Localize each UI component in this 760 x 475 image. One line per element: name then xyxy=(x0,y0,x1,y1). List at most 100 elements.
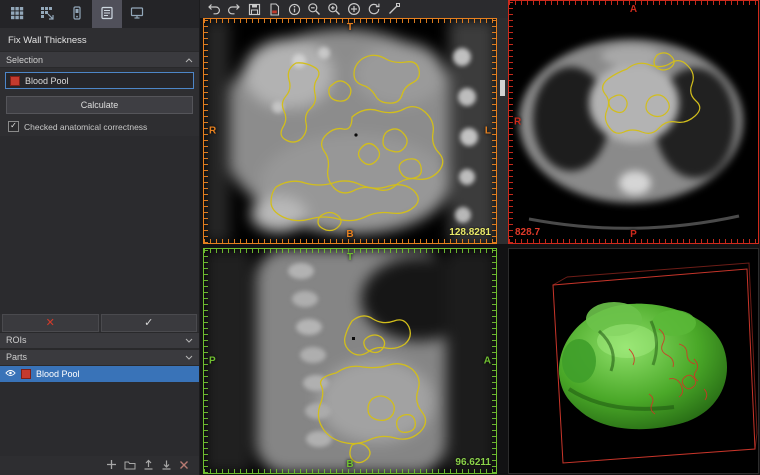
export-pdf-button[interactable] xyxy=(265,1,283,17)
viewer-toolbar xyxy=(200,0,508,18)
accept-button[interactable]: ✓ xyxy=(100,313,197,332)
ruler xyxy=(204,249,208,473)
sidebar-toolbar xyxy=(0,0,199,28)
panel-body xyxy=(0,136,199,314)
import-icon xyxy=(162,460,171,470)
volume-3d-render xyxy=(552,262,758,464)
chevron-up-icon xyxy=(185,55,193,65)
color-swatch xyxy=(21,368,31,379)
chevron-down-icon xyxy=(185,335,193,345)
color-swatch xyxy=(10,75,20,86)
add-circle-icon xyxy=(347,2,361,16)
axial-ct-image xyxy=(519,39,743,230)
folder-icon xyxy=(124,461,136,469)
parts-header-label: Parts xyxy=(6,352,28,363)
slice-scrollbar[interactable] xyxy=(497,18,508,244)
folder-button[interactable] xyxy=(124,460,136,470)
parts-item-blood-pool[interactable]: Blood Pool xyxy=(0,365,199,382)
add-circle-button[interactable] xyxy=(345,1,363,17)
viewer-area: T R L B 128.8281 A R P 828.7 T P A B 96.… xyxy=(200,0,760,475)
viewport-coronal[interactable]: T R L B 128.8281 xyxy=(203,18,497,244)
viewport-3d[interactable] xyxy=(508,248,759,474)
viewport-sagittal[interactable]: T P A B 96.6211 xyxy=(203,248,497,474)
orientation-label-left: P xyxy=(209,355,216,367)
call-icon xyxy=(70,5,84,23)
slice-value: 828.7 xyxy=(515,227,541,238)
anatomical-correctness-label: Checked anatomical correctness xyxy=(24,121,148,132)
pointer-dot xyxy=(352,337,355,340)
ruler xyxy=(492,19,496,243)
export-button[interactable] xyxy=(143,459,154,470)
reset-view-button[interactable] xyxy=(365,1,383,17)
rois-header-label: ROIs xyxy=(6,335,27,346)
add-icon xyxy=(107,460,116,469)
layout-grid-arrow-icon xyxy=(40,6,54,23)
coronal-ct-image xyxy=(204,19,496,243)
selection-item-blood-pool[interactable]: Blood Pool xyxy=(5,72,194,89)
chevron-down-icon xyxy=(185,352,193,362)
heart-model xyxy=(558,302,727,430)
delete-icon xyxy=(180,460,188,469)
save-button[interactable] xyxy=(245,1,263,17)
selection-header-label: Selection xyxy=(6,54,44,65)
slice-value: 128.8281 xyxy=(449,227,491,238)
monitor-icon xyxy=(130,6,144,23)
slice-value: 96.6211 xyxy=(455,457,491,468)
orientation-label-right: A xyxy=(483,355,491,367)
ruler xyxy=(492,249,496,473)
selection-section-header[interactable]: Selection xyxy=(0,51,199,68)
save-icon xyxy=(248,3,260,15)
zoom-in-button[interactable] xyxy=(325,1,343,17)
orientation-label-right: L xyxy=(484,125,491,137)
monitor-button[interactable] xyxy=(122,0,152,28)
layout-grid-button[interactable] xyxy=(2,0,32,28)
import-button[interactable] xyxy=(161,459,172,470)
layout-grid-arrow-button[interactable] xyxy=(32,0,62,28)
segment-panel-button[interactable] xyxy=(92,0,122,28)
confirm-row: ✕ ✓ xyxy=(0,313,199,332)
orientation-label-top: A xyxy=(629,4,638,15)
orientation-label-left: R xyxy=(514,116,522,128)
application-window: Fix Wall Thickness Selection Blood Pool … xyxy=(0,0,760,475)
anatomical-correctness-checkbox[interactable]: ✓ xyxy=(8,121,19,132)
zoom-out-icon xyxy=(308,3,320,15)
rois-section-header[interactable]: ROIs xyxy=(0,331,199,349)
calculate-button[interactable]: Calculate xyxy=(6,96,193,114)
anatomical-correctness-row: ✓ Checked anatomical correctness xyxy=(0,117,199,136)
orientation-label-bottom: B xyxy=(346,229,354,240)
orientation-label-bottom: B xyxy=(346,459,354,470)
reset-view-icon xyxy=(368,3,380,15)
orientation-label-top: T xyxy=(346,22,354,33)
measure-icon xyxy=(389,3,400,14)
visibility-eye-icon[interactable] xyxy=(5,369,16,379)
redo-button[interactable] xyxy=(225,1,243,17)
parts-list-body xyxy=(0,381,199,456)
reject-button[interactable]: ✕ xyxy=(2,313,99,332)
export-icon xyxy=(144,459,153,470)
selection-item-label: Blood Pool xyxy=(25,75,69,86)
ruler xyxy=(509,1,513,243)
panel-title: Fix Wall Thickness xyxy=(8,35,87,46)
parts-list-toolbar xyxy=(0,456,199,475)
add-part-button[interactable] xyxy=(106,459,117,470)
redo-icon xyxy=(228,4,240,15)
viewport-axial[interactable]: A R P 828.7 xyxy=(508,0,759,244)
segment-panel-icon xyxy=(100,6,114,23)
sagittal-ct-image xyxy=(204,249,496,473)
delete-part-button[interactable] xyxy=(179,460,189,470)
parts-section-header[interactable]: Parts xyxy=(0,348,199,366)
zoom-in-icon xyxy=(328,3,340,15)
orientation-label-bottom: P xyxy=(630,229,637,240)
measure-button[interactable] xyxy=(385,1,403,17)
undo-button[interactable] xyxy=(205,1,223,17)
orientation-label-left: R xyxy=(209,125,217,137)
pointer-dot xyxy=(354,133,358,137)
zoom-out-button[interactable] xyxy=(305,1,323,17)
call-button[interactable] xyxy=(62,0,92,28)
slice-scrollbar-handle[interactable] xyxy=(500,80,505,96)
undo-icon xyxy=(208,4,220,15)
export-pdf-icon xyxy=(269,2,279,16)
info-button[interactable] xyxy=(285,1,303,17)
orientation-label-top: T xyxy=(346,252,354,263)
layout-grid-icon xyxy=(10,6,24,23)
